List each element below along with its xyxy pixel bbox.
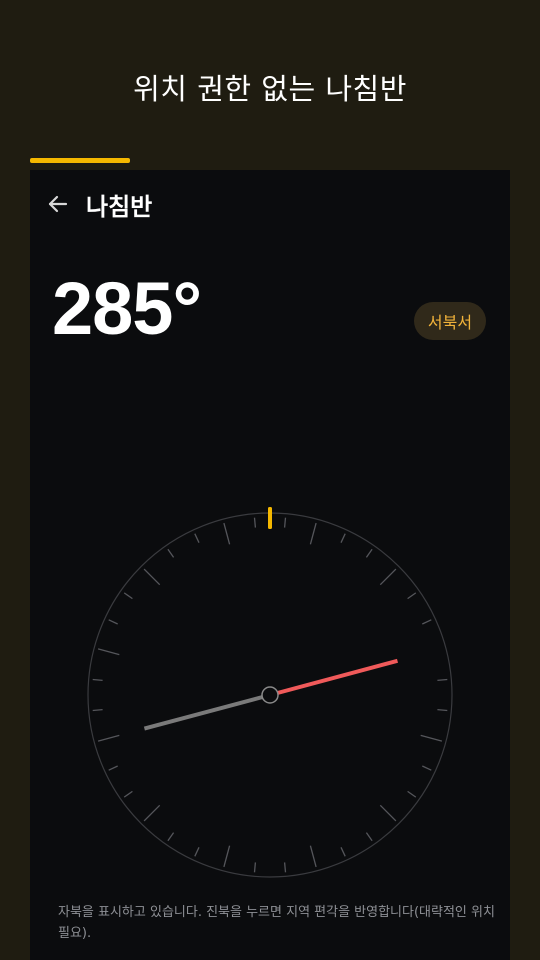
compass-tick	[422, 619, 432, 625]
page: 위치 권한 없는 나침반 나침반 285° 서북서 자북을 표시하고 있습니다.…	[0, 0, 540, 960]
compass-tick	[123, 790, 133, 798]
direction-chip[interactable]: 서북서	[414, 302, 486, 340]
compass-tick	[253, 517, 257, 528]
compass-tick	[422, 765, 432, 771]
compass-tick	[97, 648, 120, 656]
compass-dial	[87, 507, 453, 878]
banner-title: 위치 권한 없는 나침반	[133, 72, 407, 106]
app-bar: 나침반	[30, 184, 510, 224]
needle-south	[143, 693, 271, 731]
compass-tick	[108, 765, 118, 771]
north-marker-icon	[268, 507, 272, 529]
compass-tick	[365, 832, 373, 842]
progress-indicator	[30, 158, 130, 163]
heading-degrees: 285°	[52, 267, 202, 350]
hint-text: 자북을 표시하고 있습니다. 진북을 누르면 지역 편각을 반영합니다(대략적인…	[58, 905, 495, 941]
compass-tick	[340, 847, 346, 857]
compass-tick	[309, 522, 317, 545]
compass-tick	[143, 804, 161, 822]
needle-pivot	[261, 686, 279, 704]
compass-tick	[92, 678, 103, 682]
compass-tick	[194, 533, 200, 543]
compass-tick	[223, 522, 231, 545]
compass-tick	[437, 708, 448, 712]
compass-tick	[143, 568, 161, 586]
arrow-left-icon	[48, 195, 68, 213]
compass-tick	[437, 678, 448, 682]
compass-tick	[309, 845, 317, 868]
compass-tick	[97, 734, 120, 742]
compass-tick	[379, 568, 397, 586]
compass-tick	[167, 548, 175, 558]
phone-screen: 나침반 285° 서북서 자북을 표시하고 있습니다. 진북을 누르면 지역 편…	[30, 170, 510, 960]
compass-tick	[194, 847, 200, 857]
needle-north	[269, 658, 399, 697]
screen-title: 나침반	[86, 193, 153, 221]
compass-tick	[407, 592, 417, 600]
compass-tick	[108, 619, 118, 625]
compass-tick	[253, 862, 257, 873]
back-button[interactable]	[42, 188, 74, 220]
compass-tick	[283, 862, 287, 873]
compass-tick	[379, 804, 397, 822]
compass-tick	[283, 517, 287, 528]
compass-tick	[420, 734, 443, 742]
compass-tick	[92, 708, 103, 712]
compass-tick	[365, 548, 373, 558]
compass-tick	[340, 533, 346, 543]
compass-tick	[223, 845, 231, 868]
compass-tick	[407, 790, 417, 798]
compass-tick	[123, 592, 133, 600]
compass-tick	[167, 832, 175, 842]
